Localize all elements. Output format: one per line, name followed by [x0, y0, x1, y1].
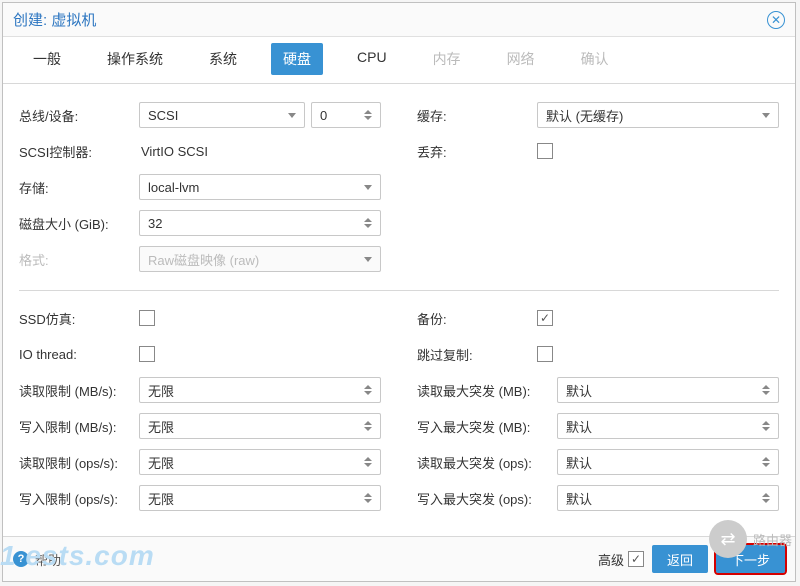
tab-confirm: 确认 — [569, 43, 621, 75]
disk-size-label: 磁盘大小 (GiB): — [19, 214, 139, 233]
watermark-right: ⇄ 路由器 — [709, 520, 792, 558]
left-column: 总线/设备: SCSI 0 SCSI控制器: VirtIO SCSI 存储: l… — [19, 98, 381, 278]
storage-select[interactable]: local-lvm — [139, 174, 381, 200]
scsi-ctrl-label: SCSI控制器: — [19, 142, 139, 161]
watermark-left: 1 ests.com — [0, 540, 155, 572]
advanced-toggle[interactable]: 高级 — [598, 550, 644, 569]
tab-general[interactable]: 一般 — [21, 43, 73, 75]
title-bar: 创建: 虚拟机 ✕ — [3, 3, 795, 37]
backup-checkbox[interactable] — [537, 310, 553, 326]
read-burst-ops-label: 读取最大突发 (ops): — [417, 453, 557, 472]
tab-system[interactable]: 系统 — [197, 43, 249, 75]
scsi-ctrl-value: VirtIO SCSI — [139, 144, 381, 159]
skip-repl-checkbox[interactable] — [537, 346, 553, 362]
read-mb-label: 读取限制 (MB/s): — [19, 381, 139, 400]
bus-device-select[interactable]: SCSI — [139, 102, 305, 128]
read-burst-mb-label: 读取最大突发 (MB): — [417, 381, 557, 400]
read-mb-spinner[interactable]: 无限 — [139, 377, 381, 403]
read-ops-spinner[interactable]: 无限 — [139, 449, 381, 475]
cache-label: 缓存: — [417, 106, 537, 125]
router-icon: ⇄ — [709, 520, 747, 558]
read-burst-mb-spinner[interactable]: 默认 — [557, 377, 779, 403]
read-ops-label: 读取限制 (ops/s): — [19, 453, 139, 472]
write-burst-ops-label: 写入最大突发 (ops): — [417, 489, 557, 508]
discard-checkbox[interactable] — [537, 143, 553, 159]
iothread-label: IO thread: — [19, 347, 139, 362]
cache-select[interactable]: 默认 (无缓存) — [537, 102, 779, 128]
iothread-checkbox[interactable] — [139, 346, 155, 362]
separator — [19, 290, 779, 291]
write-burst-ops-spinner[interactable]: 默认 — [557, 485, 779, 511]
disk-size-spinner[interactable]: 32 — [139, 210, 381, 236]
backup-label: 备份: — [417, 309, 537, 328]
read-burst-ops-spinner[interactable]: 默认 — [557, 449, 779, 475]
storage-label: 存储: — [19, 178, 139, 197]
write-burst-mb-label: 写入最大突发 (MB): — [417, 417, 557, 436]
dialog-title: 创建: 虚拟机 — [13, 9, 96, 30]
tab-disk[interactable]: 硬盘 — [271, 43, 323, 75]
adv-left-column: SSD仿真: IO thread: 读取限制 (MB/s): 无限 写入限制 (… — [19, 301, 381, 517]
write-burst-mb-spinner[interactable]: 默认 — [557, 413, 779, 439]
adv-right-column: 备份: 跳过复制: 读取最大突发 (MB): 默认 写入最大突发 (MB): 默… — [417, 301, 779, 517]
bus-device-label: 总线/设备: — [19, 106, 139, 125]
format-select: Raw磁盘映像 (raw) — [139, 246, 381, 272]
advanced-label: 高级 — [598, 550, 624, 569]
tab-network: 网络 — [495, 43, 547, 75]
skip-repl-label: 跳过复制: — [417, 345, 537, 364]
advanced-checkbox[interactable] — [628, 551, 644, 567]
write-mb-label: 写入限制 (MB/s): — [19, 417, 139, 436]
write-ops-label: 写入限制 (ops/s): — [19, 489, 139, 508]
write-ops-spinner[interactable]: 无限 — [139, 485, 381, 511]
write-mb-spinner[interactable]: 无限 — [139, 413, 381, 439]
ssd-label: SSD仿真: — [19, 309, 139, 328]
bus-index-spinner[interactable]: 0 — [311, 102, 381, 128]
ssd-checkbox[interactable] — [139, 310, 155, 326]
tab-bar: 一般 操作系统 系统 硬盘 CPU 内存 网络 确认 — [3, 37, 795, 84]
tab-os[interactable]: 操作系统 — [95, 43, 175, 75]
discard-label: 丢弃: — [417, 142, 537, 161]
create-vm-dialog: 创建: 虚拟机 ✕ 一般 操作系统 系统 硬盘 CPU 内存 网络 确认 总线/… — [2, 2, 796, 582]
tab-cpu[interactable]: CPU — [345, 43, 399, 75]
tab-memory: 内存 — [421, 43, 473, 75]
format-label: 格式: — [19, 250, 139, 269]
right-column: 缓存: 默认 (无缓存) 丢弃: — [417, 98, 779, 278]
close-icon[interactable]: ✕ — [767, 11, 785, 29]
form-body: 总线/设备: SCSI 0 SCSI控制器: VirtIO SCSI 存储: l… — [3, 84, 795, 536]
back-button[interactable]: 返回 — [652, 545, 708, 573]
